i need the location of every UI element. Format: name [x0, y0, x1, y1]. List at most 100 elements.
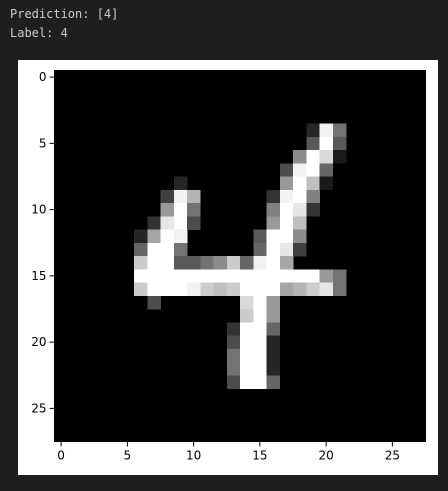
image-pixel [134, 229, 148, 244]
image-pixel [319, 136, 334, 151]
image-pixel [319, 176, 334, 191]
image-pixel [253, 295, 267, 310]
image-pixel [173, 256, 188, 270]
image-pixel [293, 150, 307, 164]
image-pixel [306, 269, 320, 283]
image-area [54, 70, 426, 442]
image-pixel [253, 282, 267, 297]
image-pixel [319, 123, 334, 138]
image-pixel [134, 242, 148, 257]
image-pixel [306, 176, 320, 191]
output-figure: 0 5 10 15 20 25 0 5 10 15 20 25 [18, 60, 438, 475]
image-pixel [173, 203, 188, 217]
image-pixel [266, 256, 281, 270]
image-pixel [173, 282, 188, 297]
image-pixel [279, 242, 294, 257]
image-pixel [266, 269, 281, 283]
image-pixel [266, 309, 281, 323]
image-pixel [332, 282, 347, 297]
image-pixel [173, 229, 188, 244]
x-tick-label: 25 [385, 449, 400, 463]
x-tick-label: 0 [57, 449, 65, 463]
image-pixel [266, 203, 281, 217]
image-pixel [173, 242, 188, 257]
y-tick-label: 10 [31, 203, 46, 217]
image-pixel [147, 216, 161, 230]
image-pixel [226, 322, 241, 336]
image-pixel [240, 362, 254, 376]
image-pixel [253, 269, 267, 283]
image-pixel [332, 150, 347, 164]
image-pixel [279, 176, 294, 191]
image-pixel [240, 375, 254, 389]
image-pixel [147, 269, 161, 283]
image-pixel [160, 216, 175, 230]
image-pixel [160, 269, 175, 283]
image-pixel [266, 348, 281, 363]
image-pixel [266, 375, 281, 389]
image-pixel [266, 242, 281, 257]
image-pixel [187, 189, 201, 204]
image-pixel [253, 335, 267, 350]
image-pixel [293, 176, 307, 191]
image-pixel [226, 256, 241, 270]
image-pixel [306, 136, 320, 151]
image-pixel [200, 256, 214, 270]
image-pixel [306, 150, 320, 164]
image-pixel [147, 282, 161, 297]
y-tick-label: 15 [31, 269, 46, 283]
image-pixel [213, 256, 228, 270]
image-pixel [253, 322, 267, 336]
image-pixel [240, 309, 254, 323]
image-pixel [187, 216, 201, 230]
image-pixel [306, 282, 320, 297]
image-pixel [226, 375, 241, 389]
image-pixel [147, 256, 161, 270]
image-pixel [332, 136, 347, 151]
image-pixel [213, 282, 228, 297]
mnist-image-plot: 0 5 10 15 20 25 0 5 10 15 20 25 [31, 70, 426, 463]
image-pixel [306, 203, 320, 217]
image-pixel [147, 242, 161, 257]
image-pixel [226, 269, 241, 283]
image-pixel [319, 163, 334, 177]
image-pixel [266, 362, 281, 376]
image-pixel [240, 322, 254, 336]
image-pixel [266, 189, 281, 204]
y-tick-label: 20 [31, 335, 46, 349]
image-pixel [134, 256, 148, 270]
image-pixel [279, 189, 294, 204]
image-pixel [293, 242, 307, 257]
image-pixel [279, 282, 294, 297]
x-tick-label: 10 [186, 449, 201, 463]
image-pixel [160, 282, 175, 297]
image-pixel [306, 123, 320, 138]
image-pixel [240, 256, 254, 270]
image-pixel [173, 176, 188, 191]
image-pixel [240, 282, 254, 297]
image-pixel [293, 216, 307, 230]
image-pixel [293, 282, 307, 297]
image-pixel [226, 348, 241, 363]
image-pixel [253, 309, 267, 323]
image-pixel [306, 163, 320, 177]
image-pixel [200, 282, 214, 297]
image-pixel [319, 269, 334, 283]
image-pixel [266, 322, 281, 336]
image-pixel [187, 269, 201, 283]
image-pixel [266, 216, 281, 230]
image-pixel [293, 203, 307, 217]
image-pixel [293, 189, 307, 204]
image-pixel [306, 189, 320, 204]
image-pixel [160, 203, 175, 217]
image-pixel [240, 348, 254, 363]
image-pixel [200, 269, 214, 283]
image-pixel [253, 362, 267, 376]
image-pixel [279, 216, 294, 230]
image-pixel [253, 348, 267, 363]
image-pixel [253, 256, 267, 270]
image-pixel [173, 189, 188, 204]
image-pixel [213, 269, 228, 283]
image-pixel [134, 269, 148, 283]
image-pixel [253, 229, 267, 244]
